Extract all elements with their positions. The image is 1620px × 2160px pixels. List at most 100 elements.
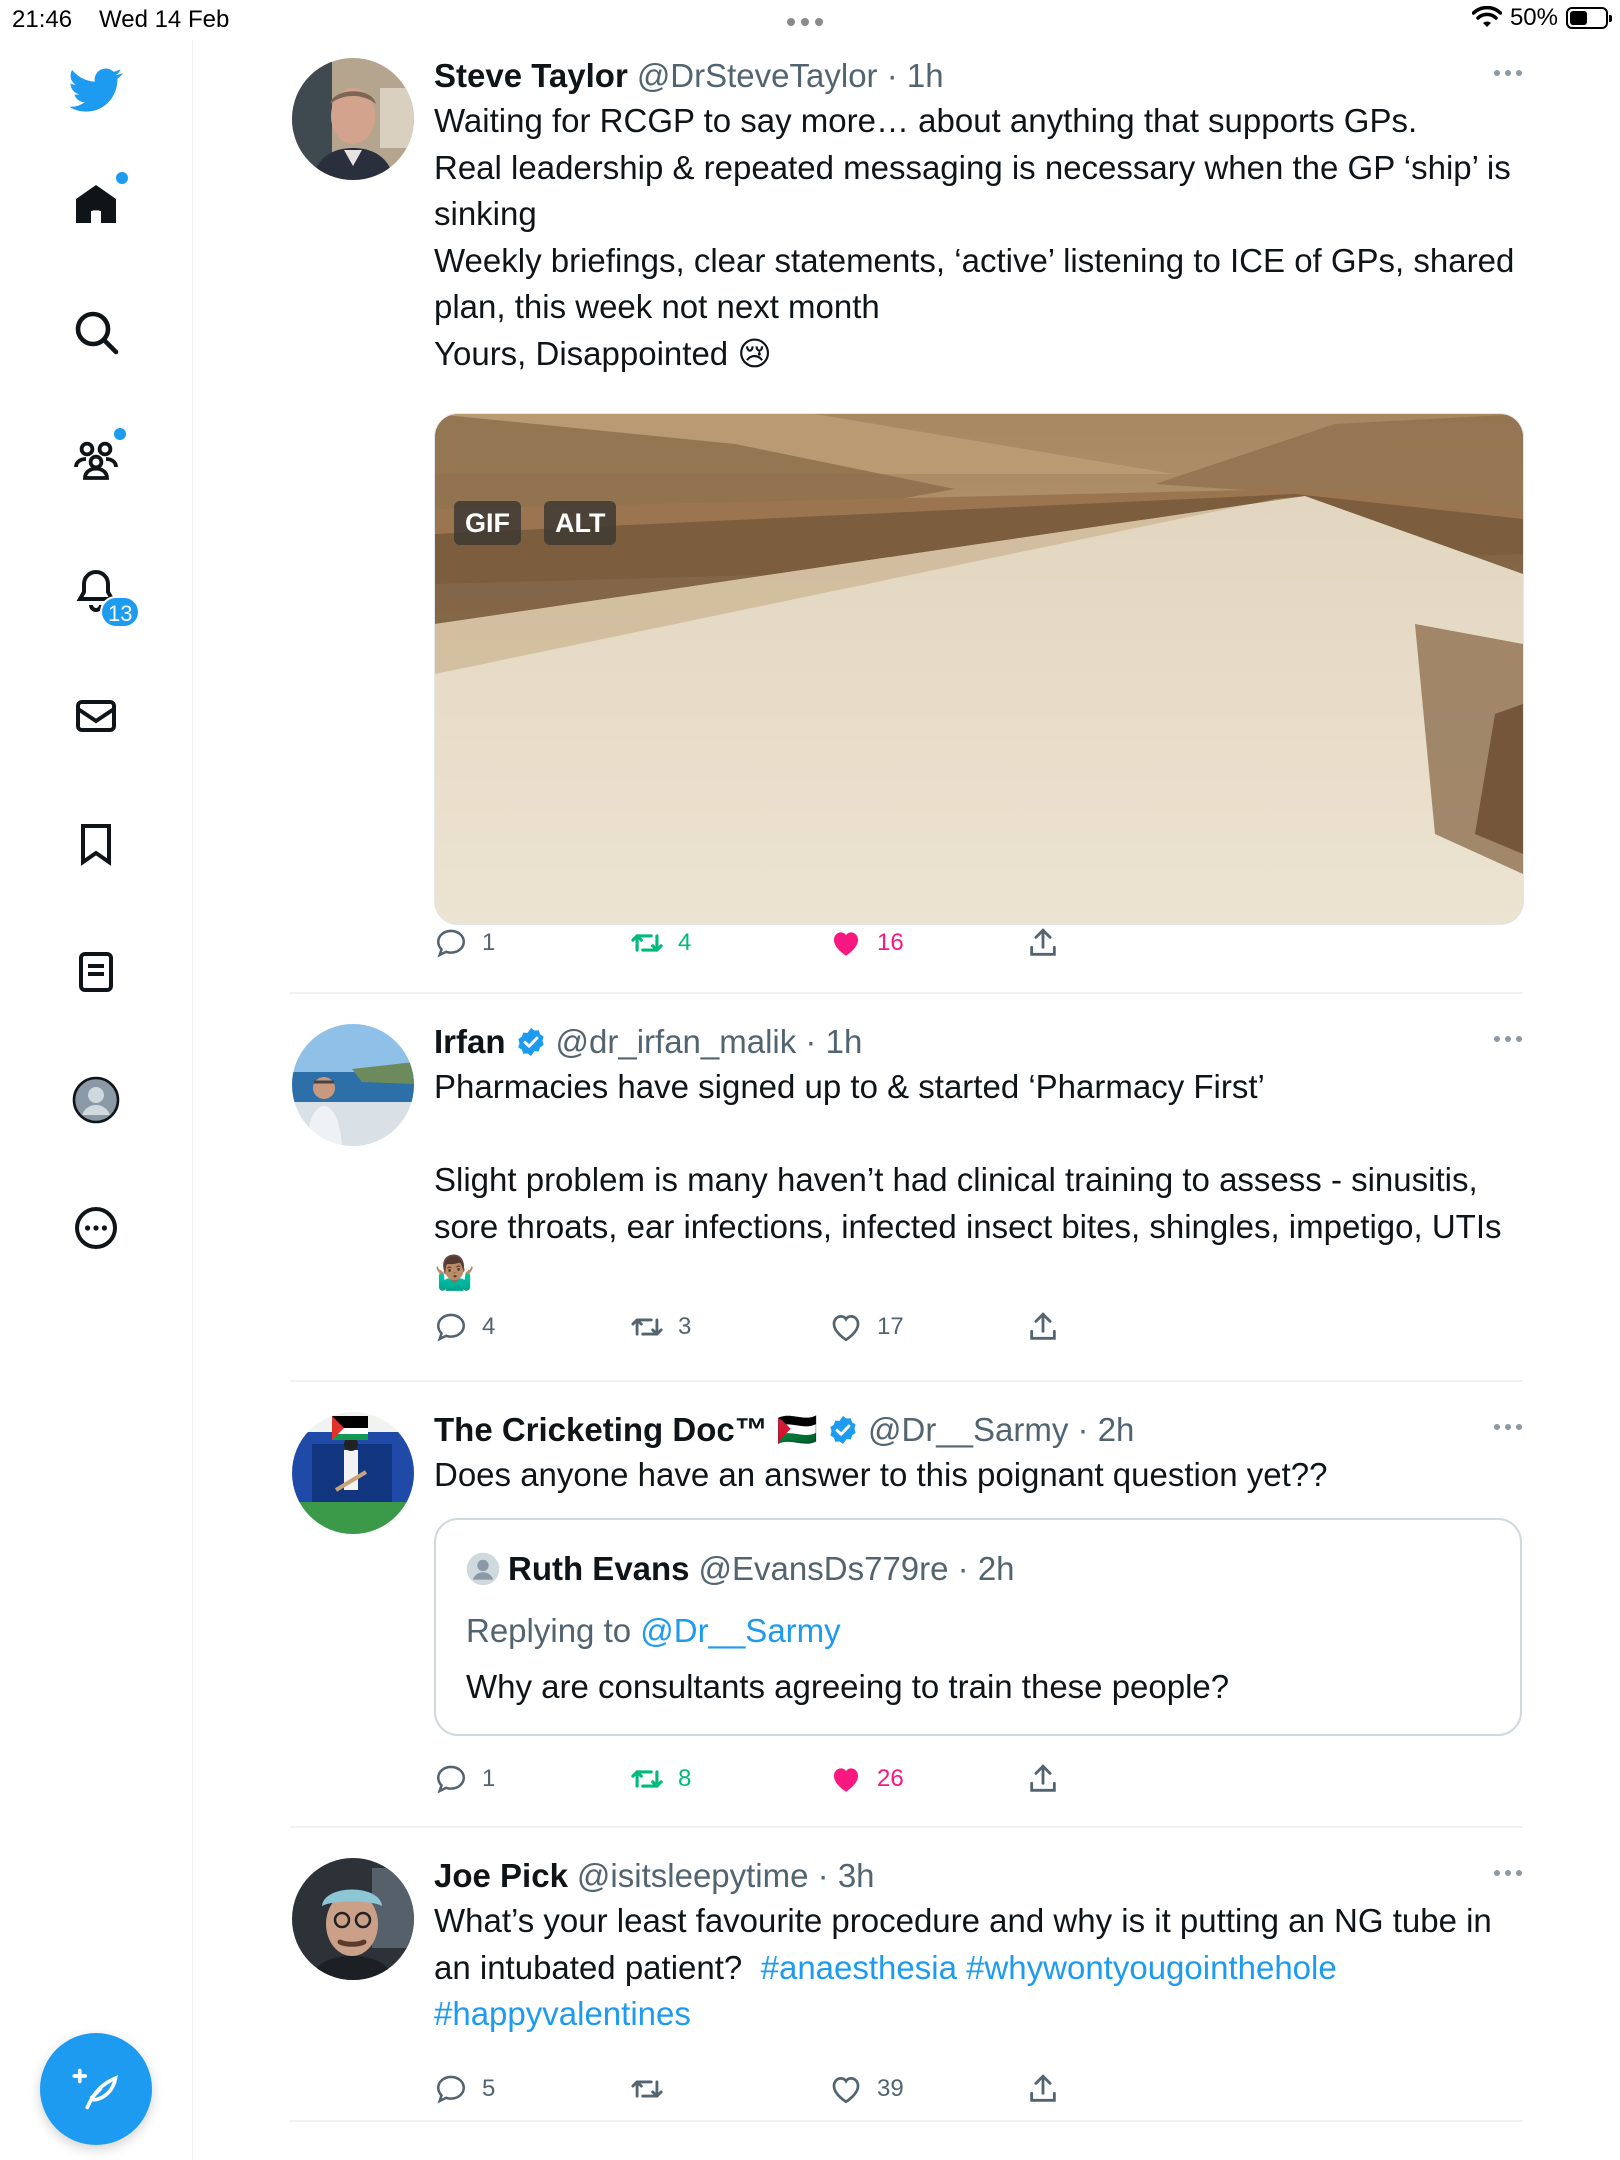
reply-button[interactable]: 1: [434, 926, 495, 960]
communities-icon: [74, 441, 118, 480]
retweet-icon: [631, 934, 663, 952]
heart-icon: [832, 2077, 860, 2104]
tweet[interactable]: The Cricketing Doc™ 🇵🇸 @Dr__Sarmy · 2h D…: [290, 1410, 1525, 1810]
retweet-button[interactable]: 3: [630, 1310, 691, 1344]
like-count: 16: [877, 929, 904, 956]
reply-icon: [436, 2075, 466, 2104]
status-bar: 21:46 Wed 14 Feb 50%: [0, 0, 1620, 40]
reply-count: 1: [482, 929, 496, 956]
like-button[interactable]: 16: [829, 926, 904, 960]
sidebar-item-communities[interactable]: [56, 420, 136, 500]
retweet-icon: [631, 2080, 663, 2098]
multitasking-dots-icon[interactable]: [787, 18, 823, 26]
share-button[interactable]: [1026, 2072, 1060, 2106]
retweet-icon: [631, 1318, 663, 1336]
share-button[interactable]: [1026, 1310, 1060, 1344]
hashtag-link[interactable]: #whywontyougointhehole: [966, 1949, 1337, 1986]
twitter-logo-icon[interactable]: [56, 50, 136, 130]
author-handle[interactable]: @isitsleepytime · 3h: [577, 1856, 875, 1896]
author-name[interactable]: Joe Pick: [434, 1856, 568, 1896]
share-button[interactable]: [1026, 926, 1060, 960]
more-options-icon[interactable]: [1494, 1424, 1522, 1430]
quoted-author-name[interactable]: Ruth Evans: [508, 1550, 690, 1588]
quoted-tweet[interactable]: Ruth Evans @EvansDs779re · 2h Replying t…: [434, 1518, 1522, 1736]
sidebar-item-home[interactable]: [56, 164, 136, 244]
replying-to-link[interactable]: @Dr__Sarmy: [640, 1612, 840, 1649]
tweet[interactable]: Steve Taylor @DrSteveTaylor · 1h Waiting…: [290, 56, 1525, 986]
sidebar-item-bookmarks[interactable]: [56, 804, 136, 884]
gif-badge: GIF: [454, 501, 521, 545]
retweet-button[interactable]: 8: [630, 1762, 691, 1796]
tweet-text: Does anyone have an answer to this poign…: [434, 1456, 1328, 1493]
compose-tweet-button[interactable]: [40, 2033, 152, 2145]
alt-text-button[interactable]: ALT: [544, 501, 617, 545]
hashtag-link[interactable]: #anaesthesia: [761, 1949, 957, 1986]
like-button[interactable]: 17: [829, 1310, 904, 1344]
tweet-divider: [290, 992, 1523, 994]
tweet-divider: [290, 1380, 1523, 1382]
avatar[interactable]: [292, 58, 414, 180]
tweet[interactable]: Irfan @dr_irfan_malik · 1h Pharmacies ha…: [290, 1022, 1525, 1382]
tweet-text: Waiting for RCGP to say more… about anyt…: [434, 102, 1515, 372]
author-handle[interactable]: @Dr__Sarmy · 2h: [868, 1410, 1134, 1450]
share-icon: [1030, 1764, 1056, 1792]
verified-badge-icon: [830, 1416, 856, 1444]
quoted-author-handle[interactable]: @EvansDs779re · 2h: [699, 1550, 1015, 1588]
tweet-divider: [290, 1826, 1523, 1828]
default-avatar-icon: [466, 1552, 500, 1586]
tweet-gif[interactable]: [434, 413, 1524, 925]
tweet-body: Steve Taylor @DrSteveTaylor · 1h Waiting…: [434, 56, 1524, 958]
home-icon: [76, 185, 116, 223]
like-count: 26: [877, 1765, 904, 1792]
like-count: 39: [877, 2075, 904, 2102]
heart-icon: [833, 932, 859, 956]
reply-icon: [436, 1765, 466, 1794]
author-name[interactable]: The Cricketing Doc™ 🇵🇸: [434, 1410, 818, 1450]
battery-level: [1570, 11, 1587, 25]
hashtag-link[interactable]: #happyvalentines: [434, 1995, 691, 2032]
more-options-icon[interactable]: [1494, 1036, 1522, 1042]
tweet[interactable]: Joe Pick @isitsleepytime · 3h What’s you…: [290, 1856, 1525, 2126]
avatar[interactable]: [292, 1024, 414, 1146]
reply-icon: [436, 929, 466, 958]
more-options-icon[interactable]: [1494, 1870, 1522, 1876]
reply-button[interactable]: 1: [434, 1762, 495, 1796]
like-button[interactable]: 26: [829, 1762, 904, 1796]
reply-count: 5: [482, 2075, 496, 2102]
communities-notification-dot: [112, 426, 128, 442]
status-right: 50%: [1471, 4, 1612, 32]
sidebar-item-lists[interactable]: [56, 932, 136, 1012]
sidebar-item-profile[interactable]: [56, 1060, 136, 1140]
status-date: Wed 14 Feb: [99, 6, 230, 33]
heart-icon: [833, 1768, 859, 1792]
more-circle-icon: [75, 1207, 117, 1249]
wifi-icon: [1471, 6, 1502, 27]
like-button[interactable]: 39: [829, 2072, 904, 2106]
author-handle[interactable]: @DrSteveTaylor · 1h: [637, 56, 944, 96]
search-icon: [75, 311, 119, 355]
avatar[interactable]: [292, 1858, 414, 1980]
tweet-actions: 1 8 26: [434, 1762, 1114, 1802]
reply-icon: [436, 1313, 466, 1342]
retweet-button[interactable]: 4: [630, 926, 691, 960]
sidebar-item-more[interactable]: [56, 1188, 136, 1268]
tweet-actions: 4 3 17: [434, 1310, 1114, 1350]
author-handle[interactable]: @dr_irfan_malik · 1h: [556, 1022, 863, 1062]
reply-button[interactable]: 5: [434, 2072, 495, 2106]
retweet-button[interactable]: [630, 2072, 678, 2106]
profile-icon: [72, 1076, 120, 1124]
reply-count: 1: [482, 1765, 496, 1792]
sidebar: 13: [0, 40, 193, 2160]
compose-feather-icon: [72, 2068, 118, 2110]
sidebar-item-explore[interactable]: [56, 292, 136, 372]
quoted-tweet-header: Ruth Evans @EvansDs779re · 2h: [466, 1550, 1015, 1588]
author-name[interactable]: Irfan: [434, 1022, 506, 1062]
tweet-divider: [290, 2120, 1523, 2122]
sidebar-item-messages[interactable]: [56, 676, 136, 756]
tweet-body: Joe Pick @isitsleepytime · 3h What’s you…: [434, 1856, 1524, 2104]
share-button[interactable]: [1026, 1762, 1060, 1796]
reply-button[interactable]: 4: [434, 1310, 495, 1344]
avatar[interactable]: [292, 1412, 414, 1534]
more-options-icon[interactable]: [1494, 70, 1522, 76]
author-name[interactable]: Steve Taylor: [434, 56, 628, 96]
